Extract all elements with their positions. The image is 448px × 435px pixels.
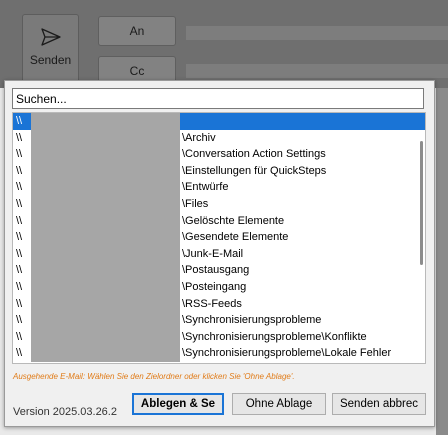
folder-item-prefix: \\	[16, 214, 23, 227]
folder-item-prefix: \\	[16, 280, 23, 293]
folder-item-prefix: \\	[16, 231, 23, 244]
folder-item-prefix: \\	[16, 314, 23, 327]
cc-field[interactable]	[186, 64, 448, 78]
folder-item-path: \Gesendete Elemente	[182, 231, 289, 244]
folder-item-prefix: \\	[16, 247, 23, 260]
folder-item-path: \Postausgang	[182, 264, 250, 277]
folder-item-path: \Files	[182, 197, 209, 210]
folder-item-prefix: \\	[16, 347, 23, 360]
folder-item-path: \Entwürfe	[182, 181, 229, 194]
send-label: Senden	[29, 53, 72, 67]
version-label: Version 2025.03.26.2	[13, 406, 117, 418]
folder-item-prefix: \\	[16, 197, 23, 210]
file-and-send-button[interactable]: Ablegen & Se	[132, 393, 224, 415]
send-cancel-button[interactable]: Senden abbrec	[332, 393, 426, 415]
scrollbar[interactable]	[417, 116, 423, 360]
folder-item-prefix: \\	[16, 164, 23, 177]
folder-item-path: \Gelöschte Elemente	[182, 214, 285, 227]
folder-item-path: \Synchronisierungsprobleme\Lokale Fehler	[182, 347, 392, 360]
send-icon	[40, 28, 61, 46]
scrollbar-thumb[interactable]	[420, 141, 423, 265]
folder-item-path: \Einstellungen für QuickSteps	[182, 164, 327, 177]
redacted-account-name	[31, 113, 180, 362]
send-button[interactable]: Senden	[22, 14, 79, 88]
folder-item-prefix: \\	[16, 264, 23, 277]
no-filing-button[interactable]: Ohne Ablage	[232, 393, 326, 415]
folder-item-prefix: \\	[16, 297, 23, 310]
to-button[interactable]: An	[98, 16, 176, 46]
compose-body-edge	[436, 88, 448, 435]
to-field[interactable]	[186, 26, 448, 40]
folder-item-path: \Synchronisierungsprobleme\Konflikte	[182, 330, 367, 343]
folder-item-path: \Junk-E-Mail	[182, 247, 244, 260]
folder-item-path: \Conversation Action Settings	[182, 148, 326, 161]
folder-list[interactable]: \\ \\ \Archiv \\ \Conversation Action Settin…	[12, 112, 426, 364]
folder-picker-dialog: \\ \\ \Archiv \\ \Conversation Action Settin…	[4, 80, 435, 427]
folder-item-path: \Synchronisierungsprobleme	[182, 314, 322, 327]
hint-text: Ausgehende E-Mail: Wählen Sie den Zielor…	[13, 372, 295, 381]
folder-item-prefix: \\	[16, 148, 23, 161]
folder-item-path: \Posteingang	[182, 280, 247, 293]
search-input[interactable]	[12, 88, 424, 109]
folder-item-prefix: \\	[16, 131, 23, 144]
folder-item-prefix: \\	[16, 181, 23, 194]
folder-item-path: \Archiv	[182, 131, 216, 144]
folder-item-prefix: \\	[16, 330, 23, 343]
folder-item-path: \RSS-Feeds	[182, 297, 242, 310]
folder-item-prefix: \\	[16, 115, 23, 127]
